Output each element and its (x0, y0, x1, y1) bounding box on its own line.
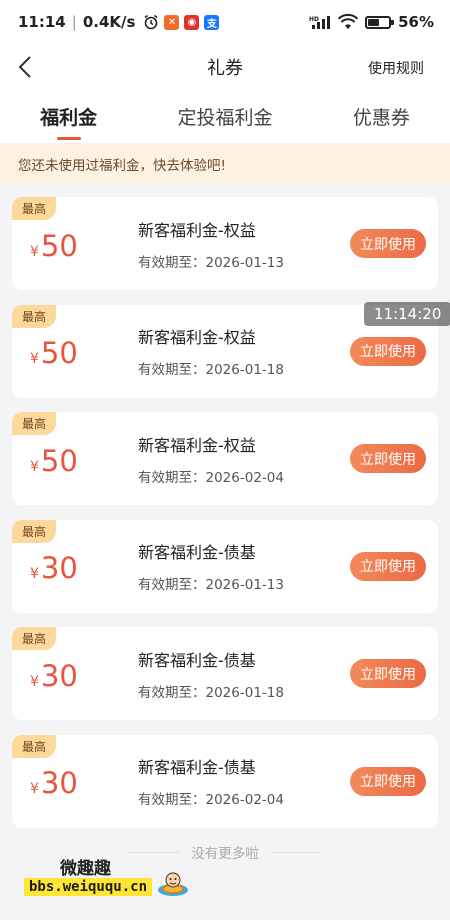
battery-fill (368, 18, 380, 26)
currency-symbol: ¥ (30, 781, 39, 797)
max-tag: 最高 (12, 627, 57, 650)
amount-value: 50 (40, 228, 78, 263)
alarm-icon (144, 14, 158, 30)
watermark: 微趣趣 bbs.weiququ.cn (24, 850, 194, 910)
coupon-card: 最高 ¥ 30 新客福利金-债基 有效期至：2026-01-13 立即使用 (12, 519, 438, 613)
max-tag: 最高 (12, 304, 57, 328)
use-now-button[interactable]: 立即使用 (350, 766, 426, 796)
coupon-info: 新客福利金-债基 有效期至：2026-02-04 (138, 754, 350, 808)
coupon-expiry: 有效期至：2026-01-13 (138, 254, 284, 271)
coupon-title: 新客福利金-权益 (138, 435, 256, 455)
tab-bar: 福利金 定投福利金 优惠券 (0, 90, 450, 144)
coupon-card: 最高 ¥ 30 新客福利金-债基 有效期至：2026-02-04 立即使用 (12, 734, 438, 828)
coupon-amount: ¥ 50 (12, 440, 138, 478)
currency-symbol: ¥ (30, 458, 39, 475)
app-notification-icon: ◉ (184, 14, 200, 30)
use-now-button[interactable]: 立即使用 (350, 659, 426, 688)
hd-label: HD (309, 16, 319, 23)
coupon-expiry: 有效期至：2026-01-13 (138, 577, 284, 593)
timestamp-overlay: 11:14:20 (364, 302, 450, 326)
tab-coupons[interactable]: 优惠券 (353, 93, 410, 140)
swimmer-mascot-icon (158, 872, 188, 896)
amount-value: 50 (40, 336, 78, 370)
use-now-button[interactable]: 立即使用 (350, 229, 426, 258)
amount-value: 30 (40, 658, 78, 693)
notice-banner: 您还未使用过福利金，快去体验吧! (0, 144, 450, 184)
status-bar: 11:14 | 0.4K/s ✕ ◉ 支 HD 56% (0, 0, 450, 44)
max-tag: 最高 (12, 412, 57, 435)
notification-icons: ✕ ◉ 支 (143, 14, 220, 30)
use-now-button[interactable]: 立即使用 (350, 336, 426, 366)
coupon-title: 新客福利金-债基 (138, 650, 256, 670)
coupon-info: 新客福利金-权益 有效期至：2026-02-04 (138, 432, 350, 486)
watermark-url: bbs.weiququ.cn (24, 878, 153, 896)
status-left: 11:14 | 0.4K/s ✕ ◉ 支 (18, 13, 220, 31)
currency-symbol: ¥ (30, 673, 39, 690)
coupon-card: 最高 ¥ 50 新客福利金-权益 有效期至：2026-01-13 立即使用 (12, 197, 438, 290)
coupon-expiry: 有效期至：2026-02-04 (138, 792, 284, 808)
currency-symbol: ¥ (30, 566, 39, 582)
status-separator: | (71, 13, 77, 31)
coupon-expiry: 有效期至：2026-01-18 (138, 362, 284, 378)
coupon-amount: ¥ 30 (12, 762, 138, 800)
coupon-amount: ¥ 30 (12, 655, 138, 693)
coupon-info: 新客福利金-债基 有效期至：2026-01-13 (138, 539, 350, 593)
coupon-info: 新客福利金-债基 有效期至：2026-01-18 (138, 647, 350, 701)
coupon-info: 新客福利金-权益 有效期至：2026-01-13 (138, 217, 350, 271)
network-speed: 0.4K/s (82, 13, 136, 31)
divider-line (270, 851, 321, 853)
amount-value: 30 (40, 551, 78, 585)
alipay-icon: 支 (204, 14, 220, 30)
coupon-card: 最高 ¥ 50 新客福利金-权益 有效期至：2026-02-04 立即使用 (12, 412, 438, 505)
chevron-left-icon (18, 56, 31, 78)
tab-sip-welfare-fund[interactable]: 定投福利金 (177, 93, 272, 140)
battery-icon (365, 15, 395, 29)
tab-welfare-fund[interactable]: 福利金 (40, 93, 97, 140)
amount-value: 30 (40, 766, 78, 800)
coupon-expiry: 有效期至：2026-01-18 (138, 684, 284, 701)
coupon-amount: ¥ 50 (12, 332, 138, 370)
coupon-amount: ¥ 50 (12, 225, 138, 263)
use-now-button[interactable]: 立即使用 (350, 444, 426, 473)
watermark-title: 微趣趣 (60, 859, 111, 879)
use-now-button[interactable]: 立即使用 (350, 551, 426, 581)
no-more-text: 没有更多啦 (191, 846, 259, 862)
max-tag: 最高 (12, 734, 57, 758)
max-tag: 最高 (12, 197, 57, 220)
currency-symbol: ¥ (30, 351, 39, 367)
coupon-amount: ¥ 30 (12, 547, 138, 585)
wifi-icon (338, 14, 359, 29)
coupon-list: 最高 ¥ 50 新客福利金-权益 有效期至：2026-01-13 立即使用 最高… (0, 184, 450, 862)
coupon-title: 新客福利金-债基 (138, 543, 256, 562)
nav-bar: 礼券 使用规则 (0, 44, 450, 90)
coupon-info: 新客福利金-权益 有效期至：2026-01-18 (138, 324, 350, 378)
coupon-card: 最高 ¥ 30 新客福利金-债基 有效期至：2026-01-18 立即使用 (12, 627, 438, 720)
coupon-title: 新客福利金-权益 (138, 220, 256, 240)
coupon-expiry: 有效期至：2026-02-04 (138, 469, 284, 486)
back-button[interactable] (10, 52, 40, 82)
currency-symbol: ¥ (30, 243, 39, 260)
amount-value: 50 (40, 443, 78, 478)
status-time: 11:14 (18, 13, 66, 31)
usage-rules-link[interactable]: 使用规则 (368, 58, 424, 78)
battery-percent: 56% (398, 13, 434, 31)
coupon-title: 新客福利金-权益 (138, 328, 256, 347)
max-tag: 最高 (12, 519, 57, 543)
page-title: 礼券 (207, 58, 243, 79)
app-notification-icon: ✕ (164, 14, 180, 30)
signal-icon: HD (309, 16, 331, 29)
coupon-title: 新客福利金-债基 (138, 758, 256, 777)
status-right: HD 56% (309, 13, 434, 31)
